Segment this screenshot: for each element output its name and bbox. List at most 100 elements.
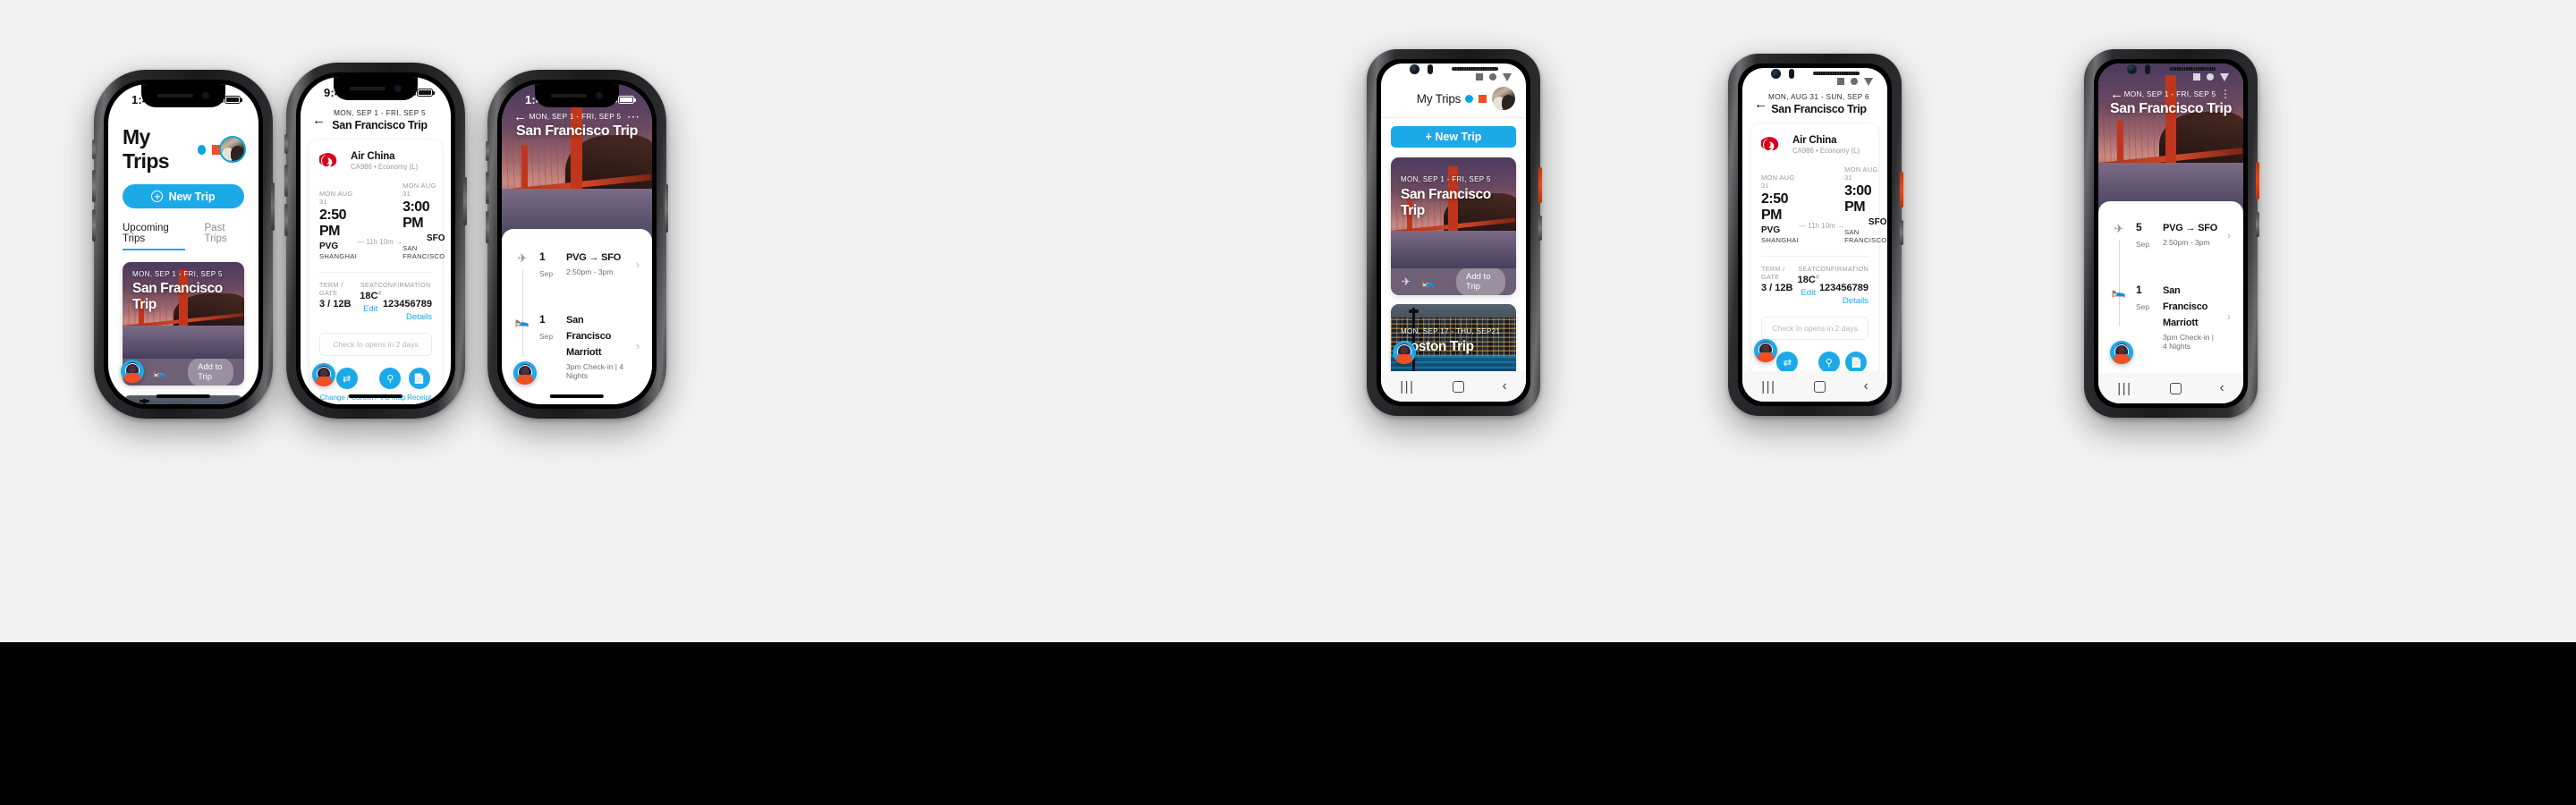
front-camera	[394, 85, 402, 92]
page-title: My Trips	[1416, 91, 1462, 106]
circle-status-icon	[2207, 73, 2214, 80]
add-to-trip-button[interactable]: Add to Trip	[1456, 267, 1505, 295]
checkin-notice: Check In opens in 2 days	[1761, 317, 1868, 340]
support-agent-fab[interactable]	[1754, 339, 1777, 362]
trip-title: San Francisco Trip	[1771, 103, 1867, 115]
new-trip-button[interactable]: New Trip	[123, 184, 244, 208]
itinerary-subtitle: 2:50pm - 3pm	[2163, 238, 2210, 247]
recents-icon[interactable]: |||	[1400, 379, 1415, 394]
support-agent-fab[interactable]	[312, 363, 335, 386]
air-china-logo	[319, 153, 337, 167]
itinerary-month: Sep	[2136, 240, 2150, 249]
flight-segment: MON AUG 31 2:50 PM PVG SHANGHAI — 11h 10…	[1761, 165, 1886, 244]
tab-upcoming-trips[interactable]: Upcoming Trips	[123, 223, 185, 250]
flight-duration: — 11h 10m →	[357, 238, 403, 246]
back-icon[interactable]: ‹	[2219, 380, 2224, 396]
depart-code: PVG	[319, 242, 339, 251]
screen-android-my-trips: My Trips + New Trip MON, SEP 1 - FRI, SE…	[1381, 64, 1526, 402]
itinerary-day: 1	[539, 250, 546, 263]
trip-card-footer: ✈ 🛌 Add to Trip	[1391, 267, 1516, 295]
trip-dates: MON, SEP 1 - FRI, SEP 5	[132, 270, 223, 278]
page-title: My Trips	[123, 125, 170, 173]
support-agent-fab[interactable]	[2110, 341, 2133, 364]
airline-row: Air China CA986 • Economy (L)	[319, 151, 432, 171]
more-horizontal-icon[interactable]: ⋯	[627, 109, 640, 124]
hero-topbar: ← MON, SEP 1 - FRI, SEP 5 ⋮	[2098, 87, 2243, 102]
battery-icon	[225, 95, 242, 104]
itinerary-title: San Francisco Marriott	[2163, 285, 2208, 328]
earpiece-speaker	[349, 87, 386, 90]
trip-title: San Francisco Trip	[2110, 101, 2232, 116]
flight-meta: CA986 • Economy (L)	[1792, 147, 1860, 155]
trip-title: San Francisco Trip	[332, 119, 428, 131]
hero-topbar: ← MON, SEP 1 - FRI, SEP 5 ⋯	[502, 109, 652, 124]
iphone-notch	[140, 84, 226, 107]
depart-time: 2:50 PM	[319, 208, 347, 239]
phone-ios-my-trips: 1:47 My Trips New Trip	[92, 70, 275, 419]
android-status-bar	[1742, 68, 1887, 89]
airline-name: Air China	[351, 151, 395, 162]
android-nav-bar: ||| ‹	[1381, 371, 1526, 402]
itinerary-month: Sep	[2136, 302, 2150, 311]
earpiece-speaker	[157, 94, 193, 97]
support-agent-fab[interactable]	[121, 360, 144, 383]
action-receipt[interactable]: 📄 Receipt	[407, 368, 431, 402]
map-pin-icon: ⚲	[379, 368, 402, 389]
chevron-right-icon: ›	[2227, 309, 2231, 323]
recents-icon[interactable]: |||	[1761, 379, 1776, 394]
meta-terminal-gate: TERM / GATE 3 / 12B	[1761, 265, 1798, 306]
arrive-code: SFO	[1868, 217, 1887, 227]
depart-date: MON AUG 31	[319, 190, 353, 206]
new-trip-label: + New Trip	[1425, 131, 1482, 143]
battery-icon	[417, 88, 435, 97]
support-agent-fab[interactable]	[513, 361, 537, 385]
meta-value: 123456789	[382, 299, 432, 309]
android-nav-bar: ||| ‹	[2098, 373, 2243, 403]
itinerary-row-checkout[interactable]: 🛌 5Sep San Francisco Marriott 12pm Check…	[514, 402, 640, 404]
edit-seat-link[interactable]: Edit	[363, 304, 377, 314]
meta-key: CONFIRMATION #	[377, 281, 431, 297]
change-flight-icon: ⇄	[335, 368, 358, 389]
brand-dot-icon	[197, 144, 207, 155]
chevron-right-icon: ›	[2227, 229, 2231, 242]
meta-terminal-gate: TERM / GATE 3 / 12B	[319, 281, 360, 322]
front-camera	[201, 92, 209, 99]
home-icon[interactable]	[2170, 382, 2182, 394]
triangle-status-icon	[1503, 72, 1512, 81]
home-icon[interactable]	[1453, 380, 1465, 393]
itinerary-row-flight[interactable]: ✈ 5 Sep PVG → SFO 2:50pm - 3pm ›	[2111, 210, 2231, 260]
chevron-right-icon: ›	[636, 258, 640, 271]
new-trip-button[interactable]: + New Trip	[1391, 126, 1516, 148]
new-trip-label: New Trip	[168, 190, 216, 203]
iphone-notch	[534, 84, 620, 107]
back-icon[interactable]: ‹	[1502, 378, 1506, 394]
home-icon[interactable]	[1814, 380, 1826, 393]
trip-title: Boston Trip	[1401, 339, 1474, 354]
screen-android-trip-itinerary: ← MON, SEP 1 - FRI, SEP 5 ⋮ San Francisc…	[2098, 64, 2243, 403]
avatar[interactable]	[221, 138, 244, 161]
depart-code: PVG	[1761, 225, 1781, 235]
meta-seat: SEAT 18C Edit	[360, 281, 377, 322]
airline-name: Air China	[1792, 135, 1837, 146]
circle-status-icon	[1489, 73, 1496, 80]
tab-past-trips[interactable]: Past Trips	[205, 223, 245, 250]
arrive-time: 3:00 PM	[402, 199, 430, 231]
details-link[interactable]: Details	[406, 312, 432, 322]
trip-card-san-francisco[interactable]: MON, SEP 1 - FRI, SEP 5 San Francisco Tr…	[1391, 157, 1516, 295]
support-agent-fab[interactable]	[1393, 341, 1416, 364]
details-link[interactable]: Details	[1843, 296, 1868, 306]
add-to-trip-button[interactable]: Add to Trip	[188, 358, 233, 386]
android-nav-bar: ||| ‹	[1742, 371, 1887, 402]
change-flight-icon: ⇄	[1776, 352, 1799, 373]
back-icon[interactable]: ‹	[1863, 378, 1868, 394]
screen-ios-trip-itinerary: 1:47 ← MON, SEP 1 - FRI, SEP 5 ⋯ San Fra…	[502, 84, 652, 404]
more-vertical-icon[interactable]: ⋮	[2220, 89, 2232, 99]
avatar[interactable]	[1492, 87, 1515, 110]
itinerary-row-flight[interactable]: ✈ 1 Sep PVG → SFO 2:50pm - 3pm ›	[514, 240, 640, 290]
recents-icon[interactable]: |||	[2117, 381, 2132, 396]
edit-seat-link[interactable]: Edit	[1801, 288, 1815, 298]
itinerary-subtitle: 2:50pm - 3pm	[566, 267, 614, 276]
itinerary-day: 1	[539, 313, 546, 326]
brand-square-icon	[212, 144, 221, 155]
bed-icon: 🛌	[514, 314, 530, 327]
